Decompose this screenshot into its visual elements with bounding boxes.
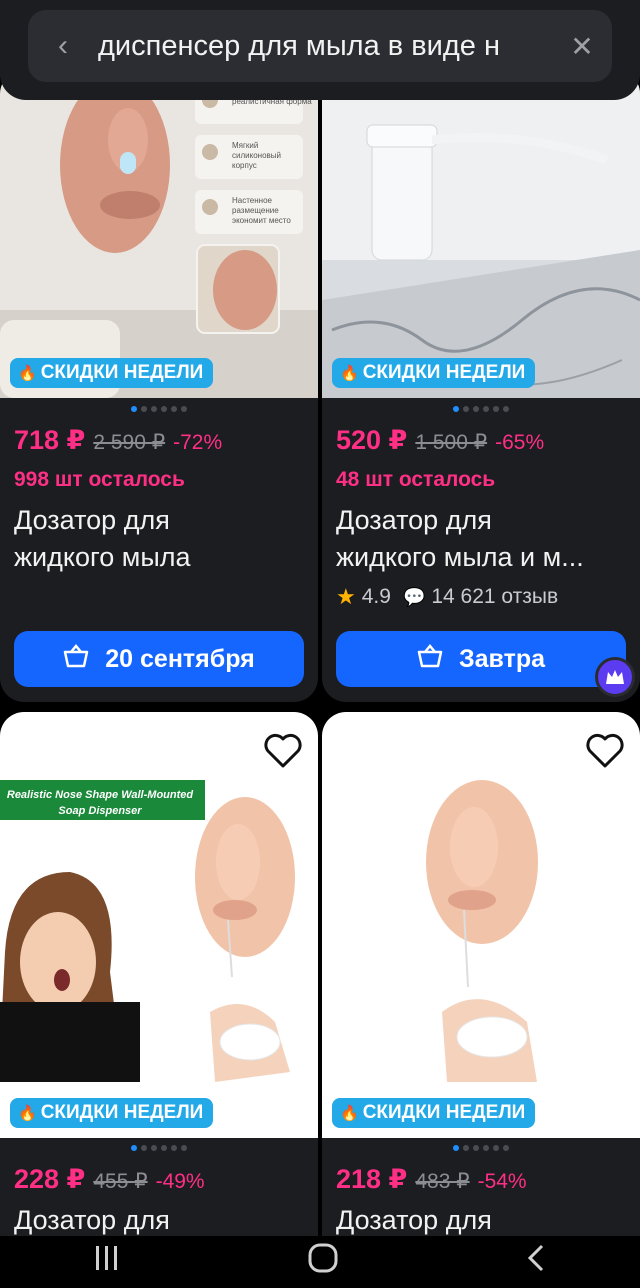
product-image [322,70,640,398]
image-feature-text: экономит место [232,216,291,225]
search-bar[interactable]: ‹ диспенсер для мыла в виде н ✕ [28,10,612,82]
product-card[interactable]: 🔥 СКИДКИ НЕДЕЛИ 520 ₽ 1 500 ₽ -65% 48 шт… [322,70,640,702]
star-icon: ★ [336,584,356,609]
image-feature-text: силиконовый [232,151,281,160]
product-image: Realistic Nose Shape Wall-Mounted Soap D… [0,712,318,1138]
back-icon[interactable]: ‹ [28,29,98,63]
close-icon[interactable]: ✕ [552,30,612,63]
basket-icon [63,643,89,675]
price-row: 218 ₽ 483 ₽ -54% [336,1164,527,1195]
product-card[interactable]: Realistic Nose Shape Wall-Mounted Soap D… [0,712,318,1272]
image-pagination [0,406,318,412]
delivery-button[interactable]: 20 сентября [14,631,304,687]
assistant-avatar-icon[interactable] [595,657,635,697]
fire-icon: 🔥 [340,365,359,382]
product-title-line[interactable]: Дозатор для [14,1202,304,1239]
badge-label: СКИДКИ НЕДЕЛИ [362,1102,526,1123]
product-card[interactable]: реалистичная форма Мягкий силиконовый ко… [0,70,318,702]
old-price: 455 ₽ [93,1170,148,1193]
old-price: 483 ₽ [415,1170,470,1193]
product-title-line[interactable]: жидкого мыла [14,539,304,576]
product-title-line[interactable]: Дозатор для [336,502,626,539]
badge-label: СКИДКИ НЕДЕЛИ [40,1102,204,1123]
home-icon[interactable] [307,1242,339,1282]
screen: ‹ диспенсер для мыла в виде н ✕ реалисти… [0,0,640,1288]
product-title-line[interactable]: жидкого мыла и м... [336,539,626,576]
discount: -72% [173,431,223,454]
stock-left: 48 шт осталось [336,468,496,491]
weekly-discount-badge: 🔥 СКИДКИ НЕДЕЛИ [332,1098,536,1128]
product-image: реалистичная форма Мягкий силиконовый ко… [0,70,318,398]
product-title-line[interactable]: Дозатор для [336,1202,626,1239]
image-feature-text: размещение [232,206,279,215]
discount: -54% [477,1170,527,1193]
image-pagination [0,1145,318,1151]
delivery-date: 20 сентября [105,644,255,673]
rating-row: ★ 4.9 💬 14 621 отзыв [336,584,558,610]
old-price: 1 500 ₽ [415,431,488,454]
product-image [322,712,640,1138]
stock-left: 998 шт осталось [14,468,185,491]
comment-icon: 💬 [402,586,426,607]
weekly-discount-badge: 🔥 СКИДКИ НЕДЕЛИ [10,1098,214,1128]
image-pagination [322,406,640,412]
discount: -65% [495,431,545,454]
reviews-count: 14 621 отзыв [431,585,559,608]
fire-icon: 🔥 [18,1105,37,1122]
search-header: ‹ диспенсер для мыла в виде н ✕ [0,0,640,100]
badge-label: СКИДКИ НЕДЕЛИ [40,362,204,383]
price: 520 ₽ [336,425,408,455]
rating-value: 4.9 [361,585,391,608]
price: 718 ₽ [14,425,86,455]
price: 218 ₽ [336,1164,408,1194]
image-banner-text: Soap Dispenser [58,805,142,817]
favorite-heart-icon[interactable] [584,730,626,772]
discount: -49% [155,1170,205,1193]
image-feature-text: корпус [232,161,257,170]
price-row: 228 ₽ 455 ₽ -49% [14,1164,205,1195]
price-row: 520 ₽ 1 500 ₽ -65% [336,425,544,456]
price-row: 718 ₽ 2 590 ₽ -72% [14,425,222,456]
system-navigation-bar [0,1236,640,1288]
product-card[interactable]: 🔥 СКИДКИ НЕДЕЛИ 218 ₽ 483 ₽ -54% Дозатор… [322,712,640,1272]
recent-apps-icon[interactable] [92,1244,122,1280]
image-pagination [322,1145,640,1151]
price: 228 ₽ [14,1164,86,1194]
weekly-discount-badge: 🔥 СКИДКИ НЕДЕЛИ [10,358,214,388]
badge-label: СКИДКИ НЕДЕЛИ [362,362,526,383]
product-title-line[interactable]: Дозатор для [14,502,304,539]
image-banner-text: Realistic Nose Shape Wall-Mounted [7,789,194,801]
delivery-date: Завтра [458,644,546,673]
favorite-heart-icon[interactable] [262,730,304,772]
basket-icon [417,643,443,675]
old-price: 2 590 ₽ [93,431,166,454]
weekly-discount-badge: 🔥 СКИДКИ НЕДЕЛИ [332,358,536,388]
delivery-button[interactable]: Завтра [336,631,626,687]
image-feature-text: Мягкий [232,141,258,150]
fire-icon: 🔥 [340,1105,359,1122]
fire-icon: 🔥 [18,365,37,382]
back-nav-icon[interactable] [524,1243,548,1281]
image-feature-text: Настенное [232,196,273,205]
search-input[interactable]: диспенсер для мыла в виде н [98,29,552,63]
